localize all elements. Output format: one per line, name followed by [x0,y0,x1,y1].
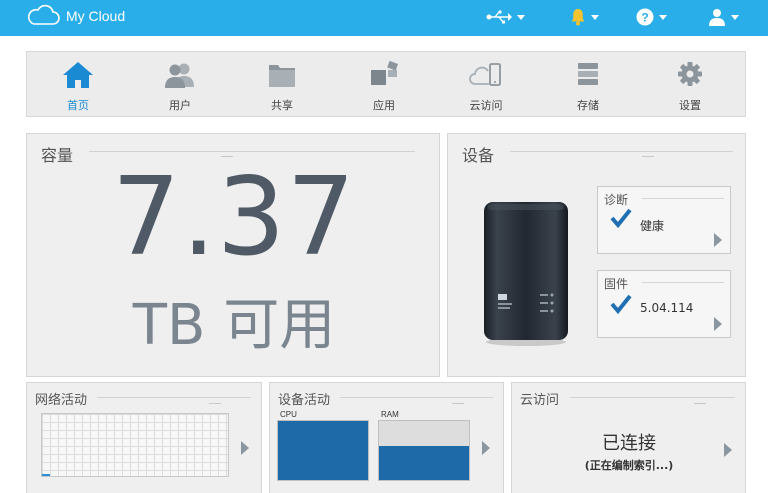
network-title: 网络活动 [35,393,88,408]
device-panel: 设备 诊断 健康 固件 5.04.114 [447,133,746,377]
diagnostics-value: 健康 [640,219,665,233]
nav-item-cloud[interactable]: 云访问 [435,52,537,116]
help-icon: ? [636,8,654,26]
network-panel: 网络活动 [26,382,262,493]
cpu-label: CPU [280,410,297,419]
title-divider [340,397,493,398]
nav-item-apps[interactable]: 应用 [333,52,435,116]
device-activity-panel: 设备活动 CPU RAM [269,382,504,493]
capacity-unit: TB 可用 [132,293,336,358]
svg-text:?: ? [641,11,648,25]
brand[interactable]: My Cloud [26,4,125,28]
usb-menu[interactable] [486,6,525,28]
cloud-access-title: 云访问 [520,393,560,408]
title-tick [209,403,221,404]
storage-icon [578,63,598,85]
cloud-status: 已连接 [602,433,656,454]
user-icon [709,9,725,26]
nav-item-shares[interactable]: 共享 [231,52,333,116]
brand-name: My Cloud [66,8,126,24]
ram-label: RAM [381,410,399,419]
nav-label-apps: 应用 [373,99,395,112]
title-tick [642,156,654,157]
network-trace [42,474,50,476]
title-divider [510,151,733,152]
nav-label-shares: 共享 [271,99,293,112]
alerts-menu[interactable] [570,6,599,28]
nav-item-users[interactable]: 用户 [129,52,231,116]
chevron-down-icon [517,14,525,20]
title-divider [570,397,735,398]
ram-fill [379,445,469,480]
cpu-fill [278,421,368,480]
help-menu[interactable]: ? [636,6,667,28]
nav-item-storage[interactable]: 存储 [537,52,639,116]
nav-item-settings[interactable]: 设置 [639,52,741,116]
network-graph [41,413,229,477]
chevron-right-icon[interactable] [714,233,722,247]
cloud-access-panel: 云访问 已连接 (正在编制索引...) [511,382,746,493]
nas-device-image [484,202,568,346]
chevron-down-icon [731,14,739,20]
nav-label-home: 首页 [67,99,89,112]
chevron-right-icon[interactable] [724,443,732,457]
nav-label-settings: 设置 [679,99,701,112]
firmware-value: 5.04.114 [640,301,694,315]
firmware-card[interactable]: 固件 5.04.114 [597,270,731,338]
checkmark-icon [610,208,632,229]
firmware-title: 固件 [604,277,629,291]
diagnostics-card[interactable]: 诊断 健康 [597,186,731,254]
nav-label-storage: 存储 [577,99,599,112]
capacity-panel: 容量 7.37 TB 可用 [26,133,440,377]
chevron-down-icon [659,14,667,20]
users-icon [165,63,194,88]
chevron-right-icon[interactable] [714,317,722,331]
top-bar: My Cloud ? [0,0,768,36]
chevron-right-icon[interactable] [241,441,249,455]
bell-icon [571,9,585,26]
title-divider [89,151,415,152]
title-tick [694,403,706,404]
nav-item-home[interactable]: 首页 [27,52,129,116]
device-activity-title: 设备活动 [278,393,331,408]
cloud-logo-icon [27,4,60,25]
title-tick [452,403,464,404]
ram-meter [378,420,470,481]
title-divider [642,282,724,283]
house-icon [63,62,93,88]
nav-label-users: 用户 [169,99,191,112]
chevron-right-icon[interactable] [482,441,490,455]
cloud-status-detail: (正在编制索引...) [584,459,674,472]
usb-icon [486,10,512,24]
cpu-meter [277,420,369,481]
capacity-value: 7.37 [111,155,357,280]
gear-icon [678,62,702,86]
device-title: 设备 [462,146,495,165]
cloud-device-icon [469,63,501,86]
apps-icon [371,60,399,85]
main-nav: 首页 用户 共享 应用 云访问 存储 设置 [26,51,746,117]
user-menu[interactable] [708,6,739,28]
chevron-down-icon [591,14,599,20]
diagnostics-title: 诊断 [604,193,629,207]
title-divider [642,198,724,199]
folder-icon [269,65,295,87]
nav-label-cloud: 云访问 [469,99,503,112]
title-divider [97,397,251,398]
checkmark-icon [610,294,632,315]
